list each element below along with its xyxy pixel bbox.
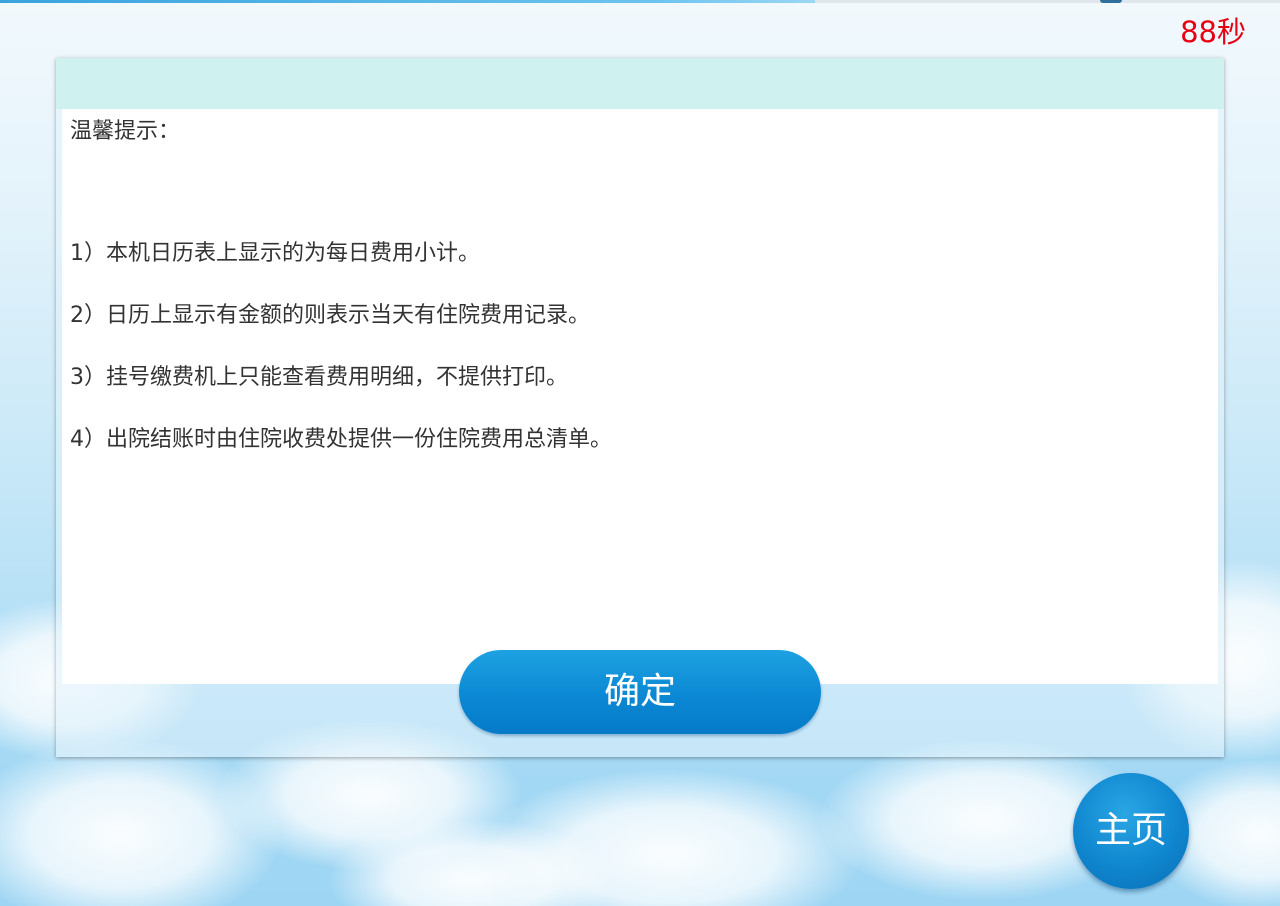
top-progress-fill: [0, 0, 815, 3]
notice-line-3: 3）挂号缴费机上只能查看费用明细，不提供打印。: [70, 365, 568, 390]
notice-line-4: 4）出院结账时由住院收费处提供一份住院费用总清单。: [70, 427, 612, 452]
dialog-header: [56, 58, 1224, 109]
dialog-body: 温馨提示： 1）本机日历表上显示的为每日费用小计。 2）日历上显示有金额的则表示…: [62, 109, 1218, 684]
notice-title: 温馨提示：: [70, 119, 181, 144]
countdown-timer: 88秒: [1180, 15, 1246, 49]
notice-line-2: 2）日历上显示有金额的则表示当天有住院费用记录。: [70, 303, 590, 328]
kiosk-screen: 88秒 温馨提示： 1）本机日历表上显示的为每日费用小计。 2）日历上显示有金额…: [0, 0, 1280, 906]
home-button[interactable]: 主页: [1073, 773, 1189, 889]
notice-dialog: 温馨提示： 1）本机日历表上显示的为每日费用小计。 2）日历上显示有金额的则表示…: [56, 58, 1224, 757]
top-progress-strip: [0, 0, 1280, 3]
top-strip-mark: [1100, 0, 1122, 3]
notice-line-1: 1）本机日历表上显示的为每日费用小计。: [70, 241, 480, 266]
confirm-button[interactable]: 确定: [459, 650, 821, 734]
